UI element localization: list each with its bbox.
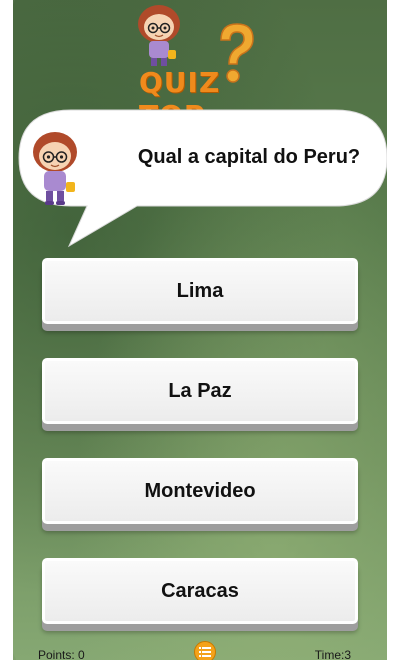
status-footer: Points: 0 Time:3: [13, 640, 387, 660]
quiz-top-logo: QUIZ TOP: [135, 4, 295, 132]
question-text: Qual a capital do Peru?: [137, 146, 361, 168]
answer-option-3[interactable]: Montevideo: [42, 458, 358, 524]
answer-option-1[interactable]: Lima: [42, 258, 358, 324]
answer-option-2[interactable]: La Paz: [42, 358, 358, 424]
girl-mascot-icon: [138, 5, 180, 66]
question-bubble: Qual a capital do Peru?: [17, 108, 387, 250]
game-board: QUIZ TOP Qual a capital do Peru? Lima La…: [13, 0, 387, 660]
points-counter: Points: 0: [38, 648, 85, 660]
time-counter: Time:3: [314, 648, 351, 660]
girl-mascot-icon: [33, 132, 77, 205]
answer-option-4[interactable]: Caracas: [42, 558, 358, 624]
menu-button[interactable]: [194, 641, 216, 660]
list-menu-icon: [199, 647, 211, 657]
